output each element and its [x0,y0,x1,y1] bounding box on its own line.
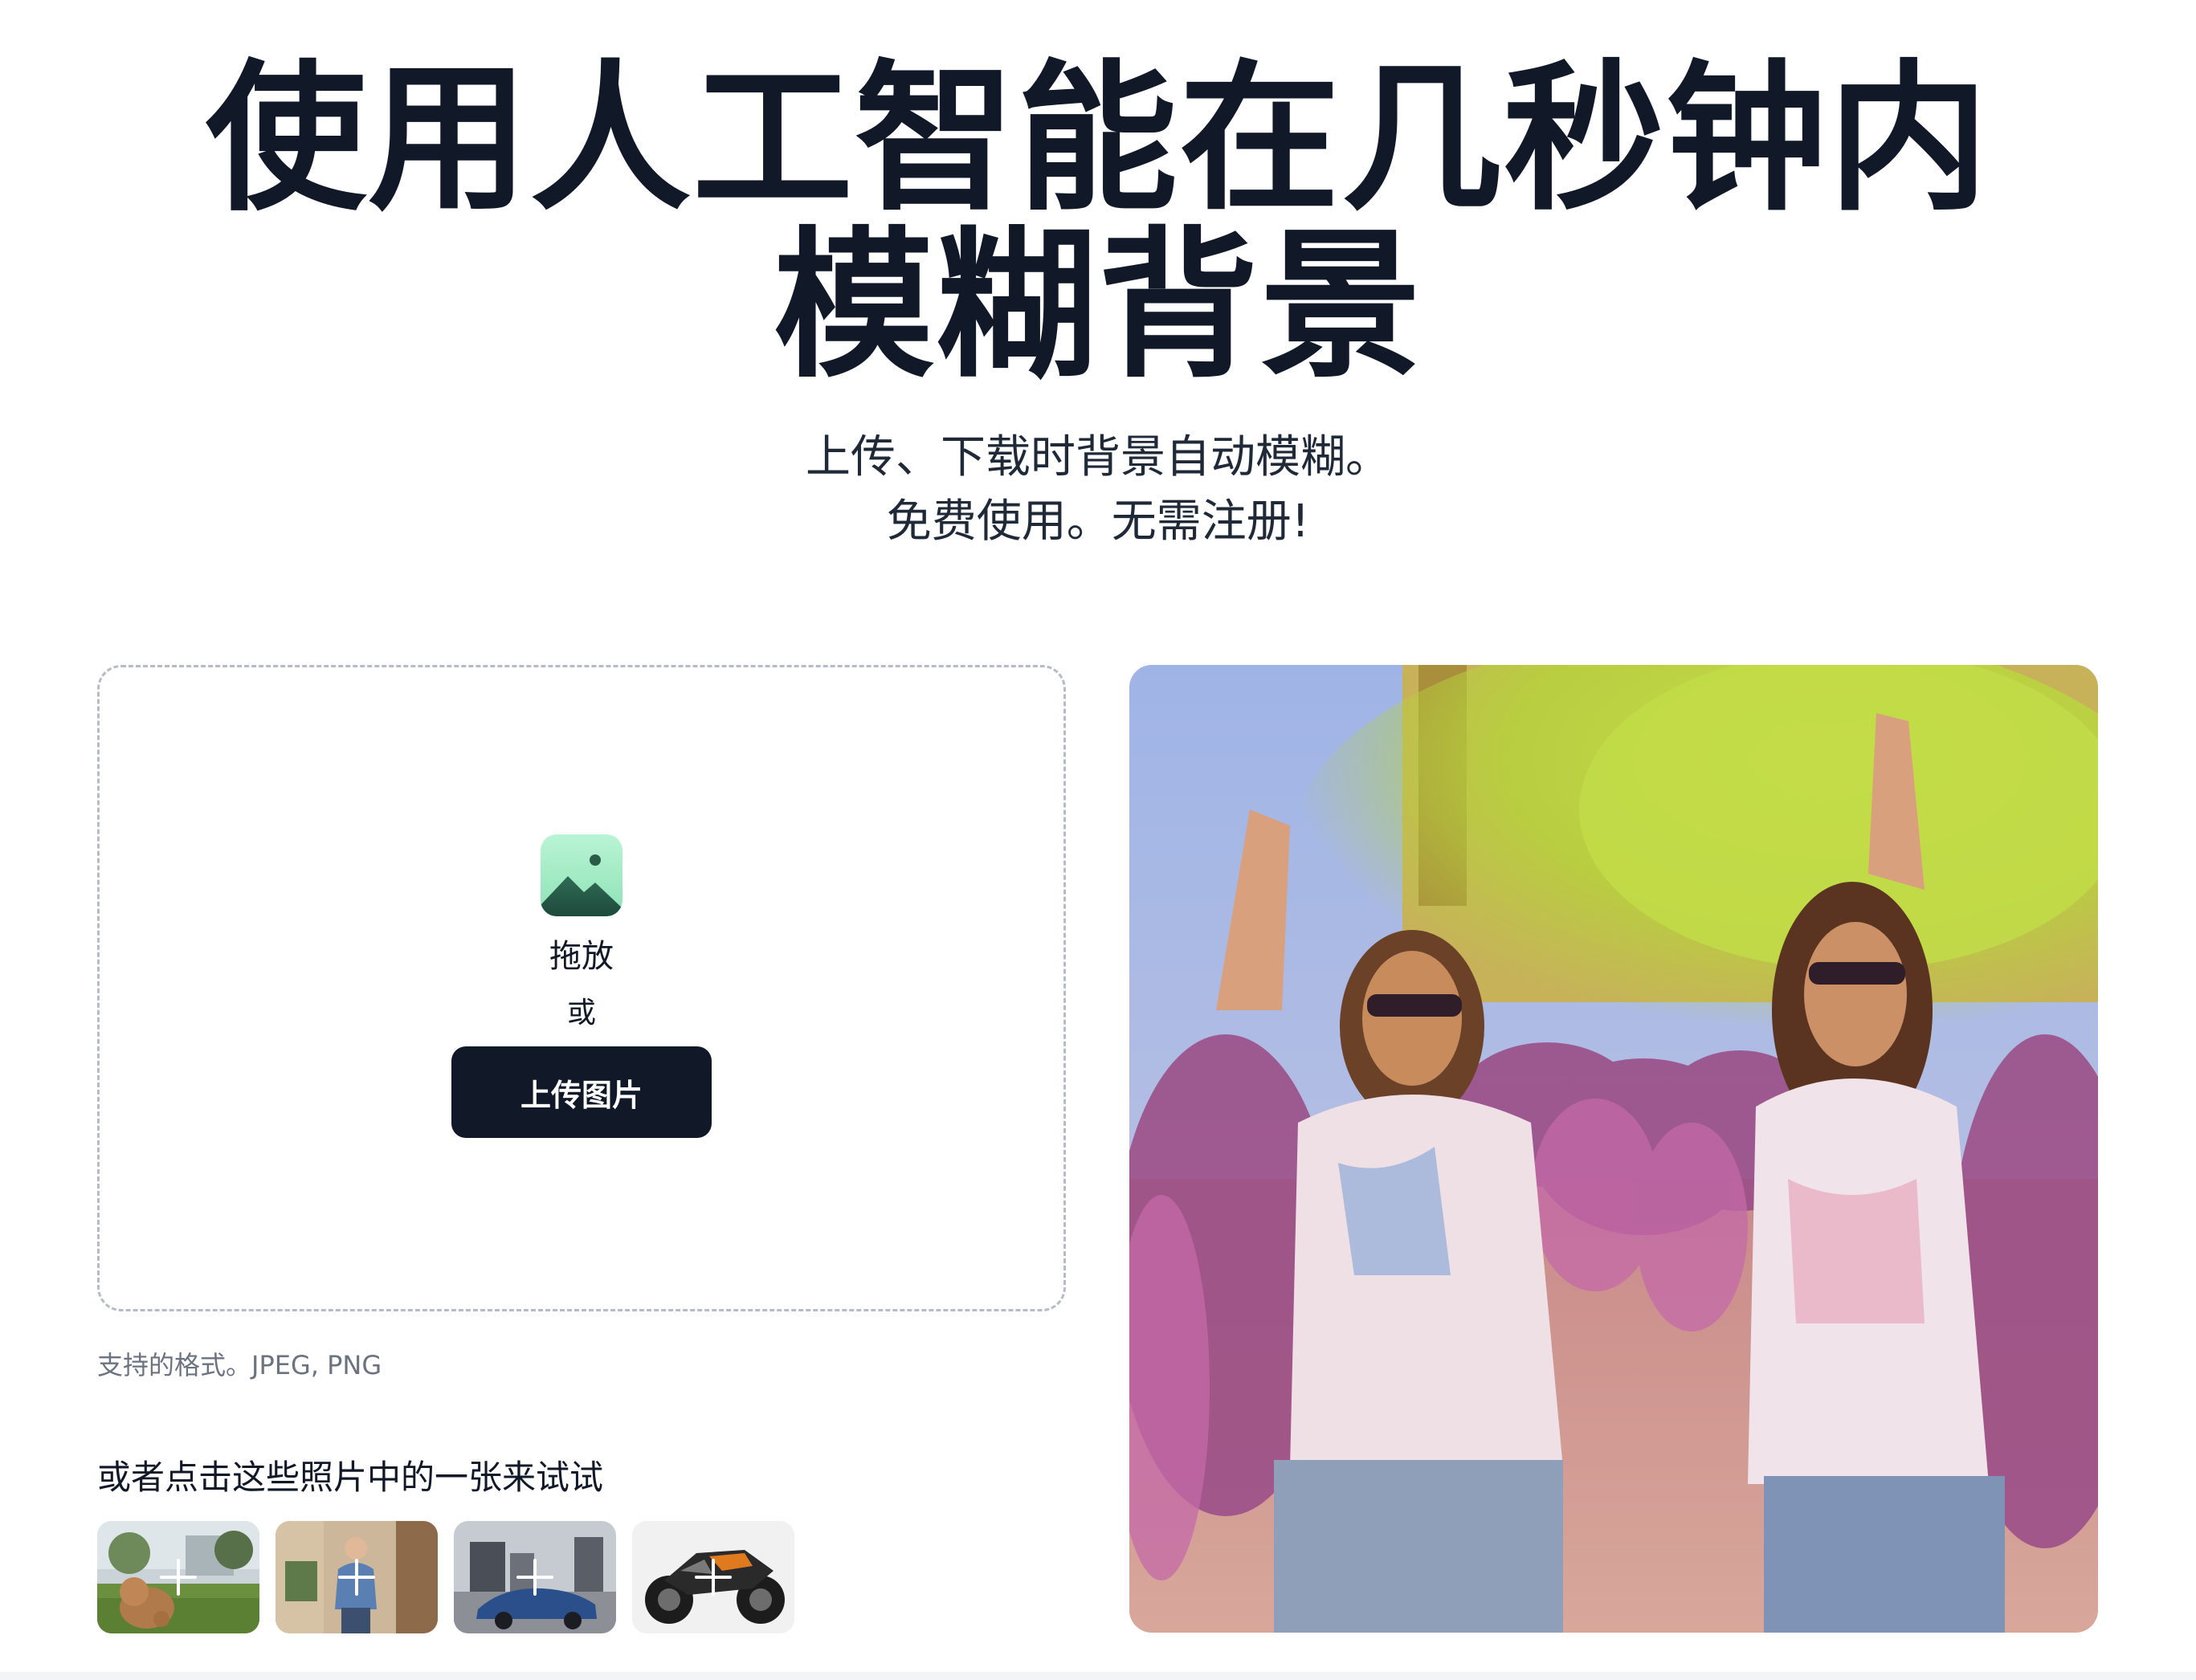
or-label: 或 [566,997,596,1030]
example-photo [1129,665,2098,1633]
add-icon [338,1559,375,1596]
page-subtitle: 上传、下载时背景自动模糊。 免费使用。无需注册! [0,426,2196,554]
subtitle-line-2: 免费使用。无需注册! [886,495,1310,548]
sample-photo-car[interactable] [454,1521,616,1633]
dropzone-content: 拖放 或 上传图片 [100,834,1063,1138]
add-icon [516,1559,553,1596]
sample-photo-motorcycle[interactable] [632,1521,794,1633]
page-bottom-divider [0,1672,2196,1680]
page: 使用人工智能在几秒钟内模糊背景 上传、下载时背景自动模糊。 免费使用。无需注册! [0,0,2196,1680]
hero-section: 使用人工智能在几秒钟内模糊背景 上传、下载时背景自动模糊。 免费使用。无需注册! [0,56,2196,554]
upload-dropzone[interactable]: 拖放 或 上传图片 [97,665,1066,1311]
drag-drop-label: 拖放 [549,938,614,975]
upload-image-button[interactable]: 上传图片 [451,1046,712,1138]
subtitle-line-1: 上传、下载时背景自动模糊。 [806,431,1390,483]
sample-photos [97,1521,794,1633]
festival-photo [1129,665,2098,1633]
sample-photo-woman[interactable] [276,1521,438,1633]
image-icon [541,834,622,916]
sample-photos-label: 或者点击这些照片中的一张来试试 [97,1458,604,1497]
page-title: 使用人工智能在几秒钟内模糊背景 [205,46,1990,400]
supported-formats-text: 支持的格式。JPEG, PNG [97,1350,382,1380]
add-icon [695,1559,732,1596]
sample-photo-dog[interactable] [97,1521,259,1633]
add-icon [160,1559,197,1596]
